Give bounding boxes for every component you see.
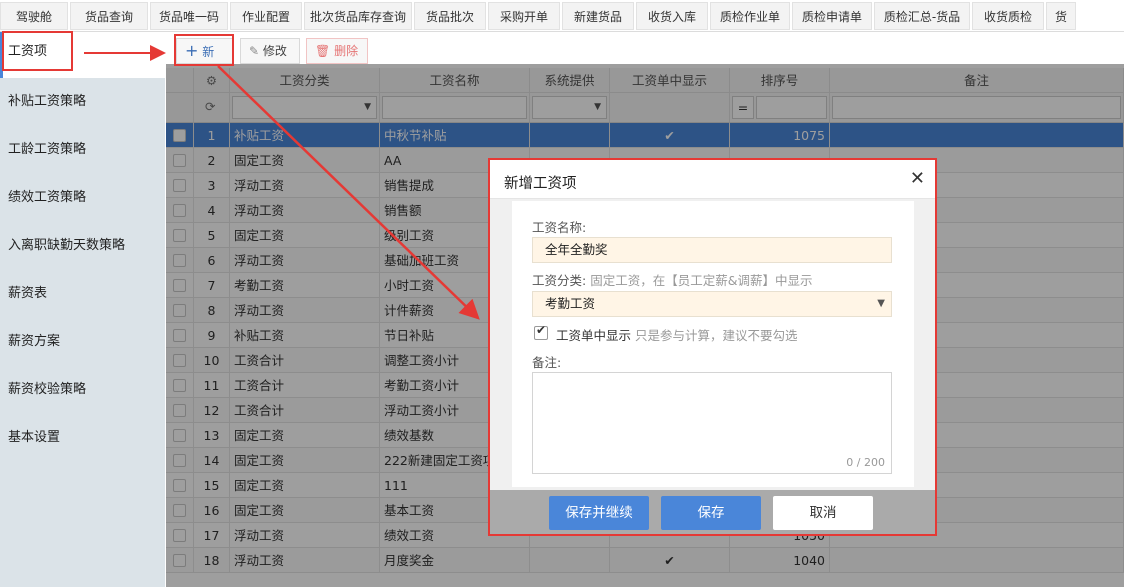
remark-label: 备注: bbox=[532, 355, 562, 370]
show-in-payslip-checkbox[interactable]: ✔ bbox=[534, 323, 548, 340]
dialog-title: 新增工资项 bbox=[504, 176, 577, 192]
top-tab[interactable]: 质检作业单 bbox=[710, 2, 790, 30]
dropdown-arrow-icon: ▼ bbox=[877, 298, 885, 309]
category-select[interactable]: 考勤工资 ▼ bbox=[532, 291, 892, 317]
category-label: 工资分类: 固定工资，在【员工定薪&调薪】中显示 bbox=[532, 273, 813, 288]
top-tab[interactable]: 驾驶舱 bbox=[0, 2, 68, 30]
top-tab[interactable]: 作业配置 bbox=[230, 2, 302, 30]
sidebar-item[interactable]: 薪资方案 bbox=[8, 332, 60, 352]
salary-name-input[interactable]: 全年全勤奖 bbox=[532, 237, 892, 263]
top-tab[interactable]: 收货质检 bbox=[972, 2, 1044, 30]
edit-button[interactable]: ✎ 修改 bbox=[240, 38, 300, 64]
sidebar-item[interactable]: 基本设置 bbox=[8, 428, 60, 448]
cancel-button[interactable]: 取消 bbox=[773, 496, 873, 530]
sidebar-item[interactable]: 入离职缺勤天数策略 bbox=[8, 236, 125, 256]
save-and-continue-button[interactable]: 保存并继续 bbox=[549, 496, 649, 530]
top-tab[interactable]: 货 bbox=[1046, 2, 1076, 30]
top-tab[interactable]: 质检申请单 bbox=[792, 2, 872, 30]
checkmark-icon: ✔ bbox=[536, 323, 547, 337]
edit-icon: ✎ bbox=[249, 44, 260, 58]
top-tab[interactable]: 采购开单 bbox=[488, 2, 560, 30]
category-hint: 固定工资，在【员工定薪&调薪】中显示 bbox=[590, 273, 813, 288]
top-tab[interactable]: 货品批次 bbox=[414, 2, 486, 30]
delete-button[interactable]: 🗑 删除 bbox=[306, 38, 368, 64]
top-nav-tabs: 驾驶舱 货品查询 货品唯一码 作业配置 批次货品库存查询 货品批次 采购开单 新建货品 收货入库… bbox=[0, 0, 1124, 32]
trash-icon: 🗑 bbox=[315, 44, 331, 58]
sidebar-item[interactable]: 补贴工资策略 bbox=[8, 92, 86, 112]
remark-textarea[interactable]: 0 / 200 bbox=[532, 372, 892, 474]
annotation-box-sidebar bbox=[2, 31, 73, 71]
remark-counter: 0 / 200 bbox=[846, 456, 885, 469]
annotation-box-add bbox=[174, 34, 234, 66]
show-in-payslip-hint: 只是参与计算，建议不要勾选 bbox=[635, 328, 798, 343]
show-in-payslip-label: 工资单中显示 只是参与计算，建议不要勾选 bbox=[556, 328, 798, 343]
sidebar-item[interactable]: 薪资表 bbox=[8, 284, 47, 304]
add-salary-item-dialog: 新增工资项 ✕ 工资名称: 全年全勤奖 工资分类: 固定工资，在【员工定薪&调薪… bbox=[488, 158, 937, 536]
close-icon[interactable]: ✕ bbox=[910, 168, 925, 189]
top-tab[interactable]: 新建货品 bbox=[562, 2, 634, 30]
dialog-body: 工资名称: 全年全勤奖 工资分类: 固定工资，在【员工定薪&调薪】中显示 考勤工… bbox=[490, 198, 935, 492]
top-tab[interactable]: 货品唯一码 bbox=[150, 2, 228, 30]
top-tab[interactable]: 质检汇总-货品 bbox=[874, 2, 970, 30]
dialog-form: 工资名称: 全年全勤奖 工资分类: 固定工资，在【员工定薪&调薪】中显示 考勤工… bbox=[512, 201, 914, 487]
top-tab[interactable]: 货品查询 bbox=[70, 2, 148, 30]
top-tab[interactable]: 批次货品库存查询 bbox=[304, 2, 412, 30]
dialog-footer: 保存并继续 保存 取消 bbox=[490, 490, 935, 534]
sidebar-item[interactable]: 工龄工资策略 bbox=[8, 140, 86, 160]
name-label: 工资名称: bbox=[532, 220, 587, 235]
sidebar-item[interactable]: 绩效工资策略 bbox=[8, 188, 86, 208]
sidebar: 工资项 补贴工资策略 工龄工资策略 绩效工资策略 入离职缺勤天数策略 薪资表 薪资方案 薪资校… bbox=[0, 32, 165, 587]
sidebar-item[interactable]: 薪资校验策略 bbox=[8, 380, 86, 400]
top-tab[interactable]: 收货入库 bbox=[636, 2, 708, 30]
save-button[interactable]: 保存 bbox=[661, 496, 761, 530]
